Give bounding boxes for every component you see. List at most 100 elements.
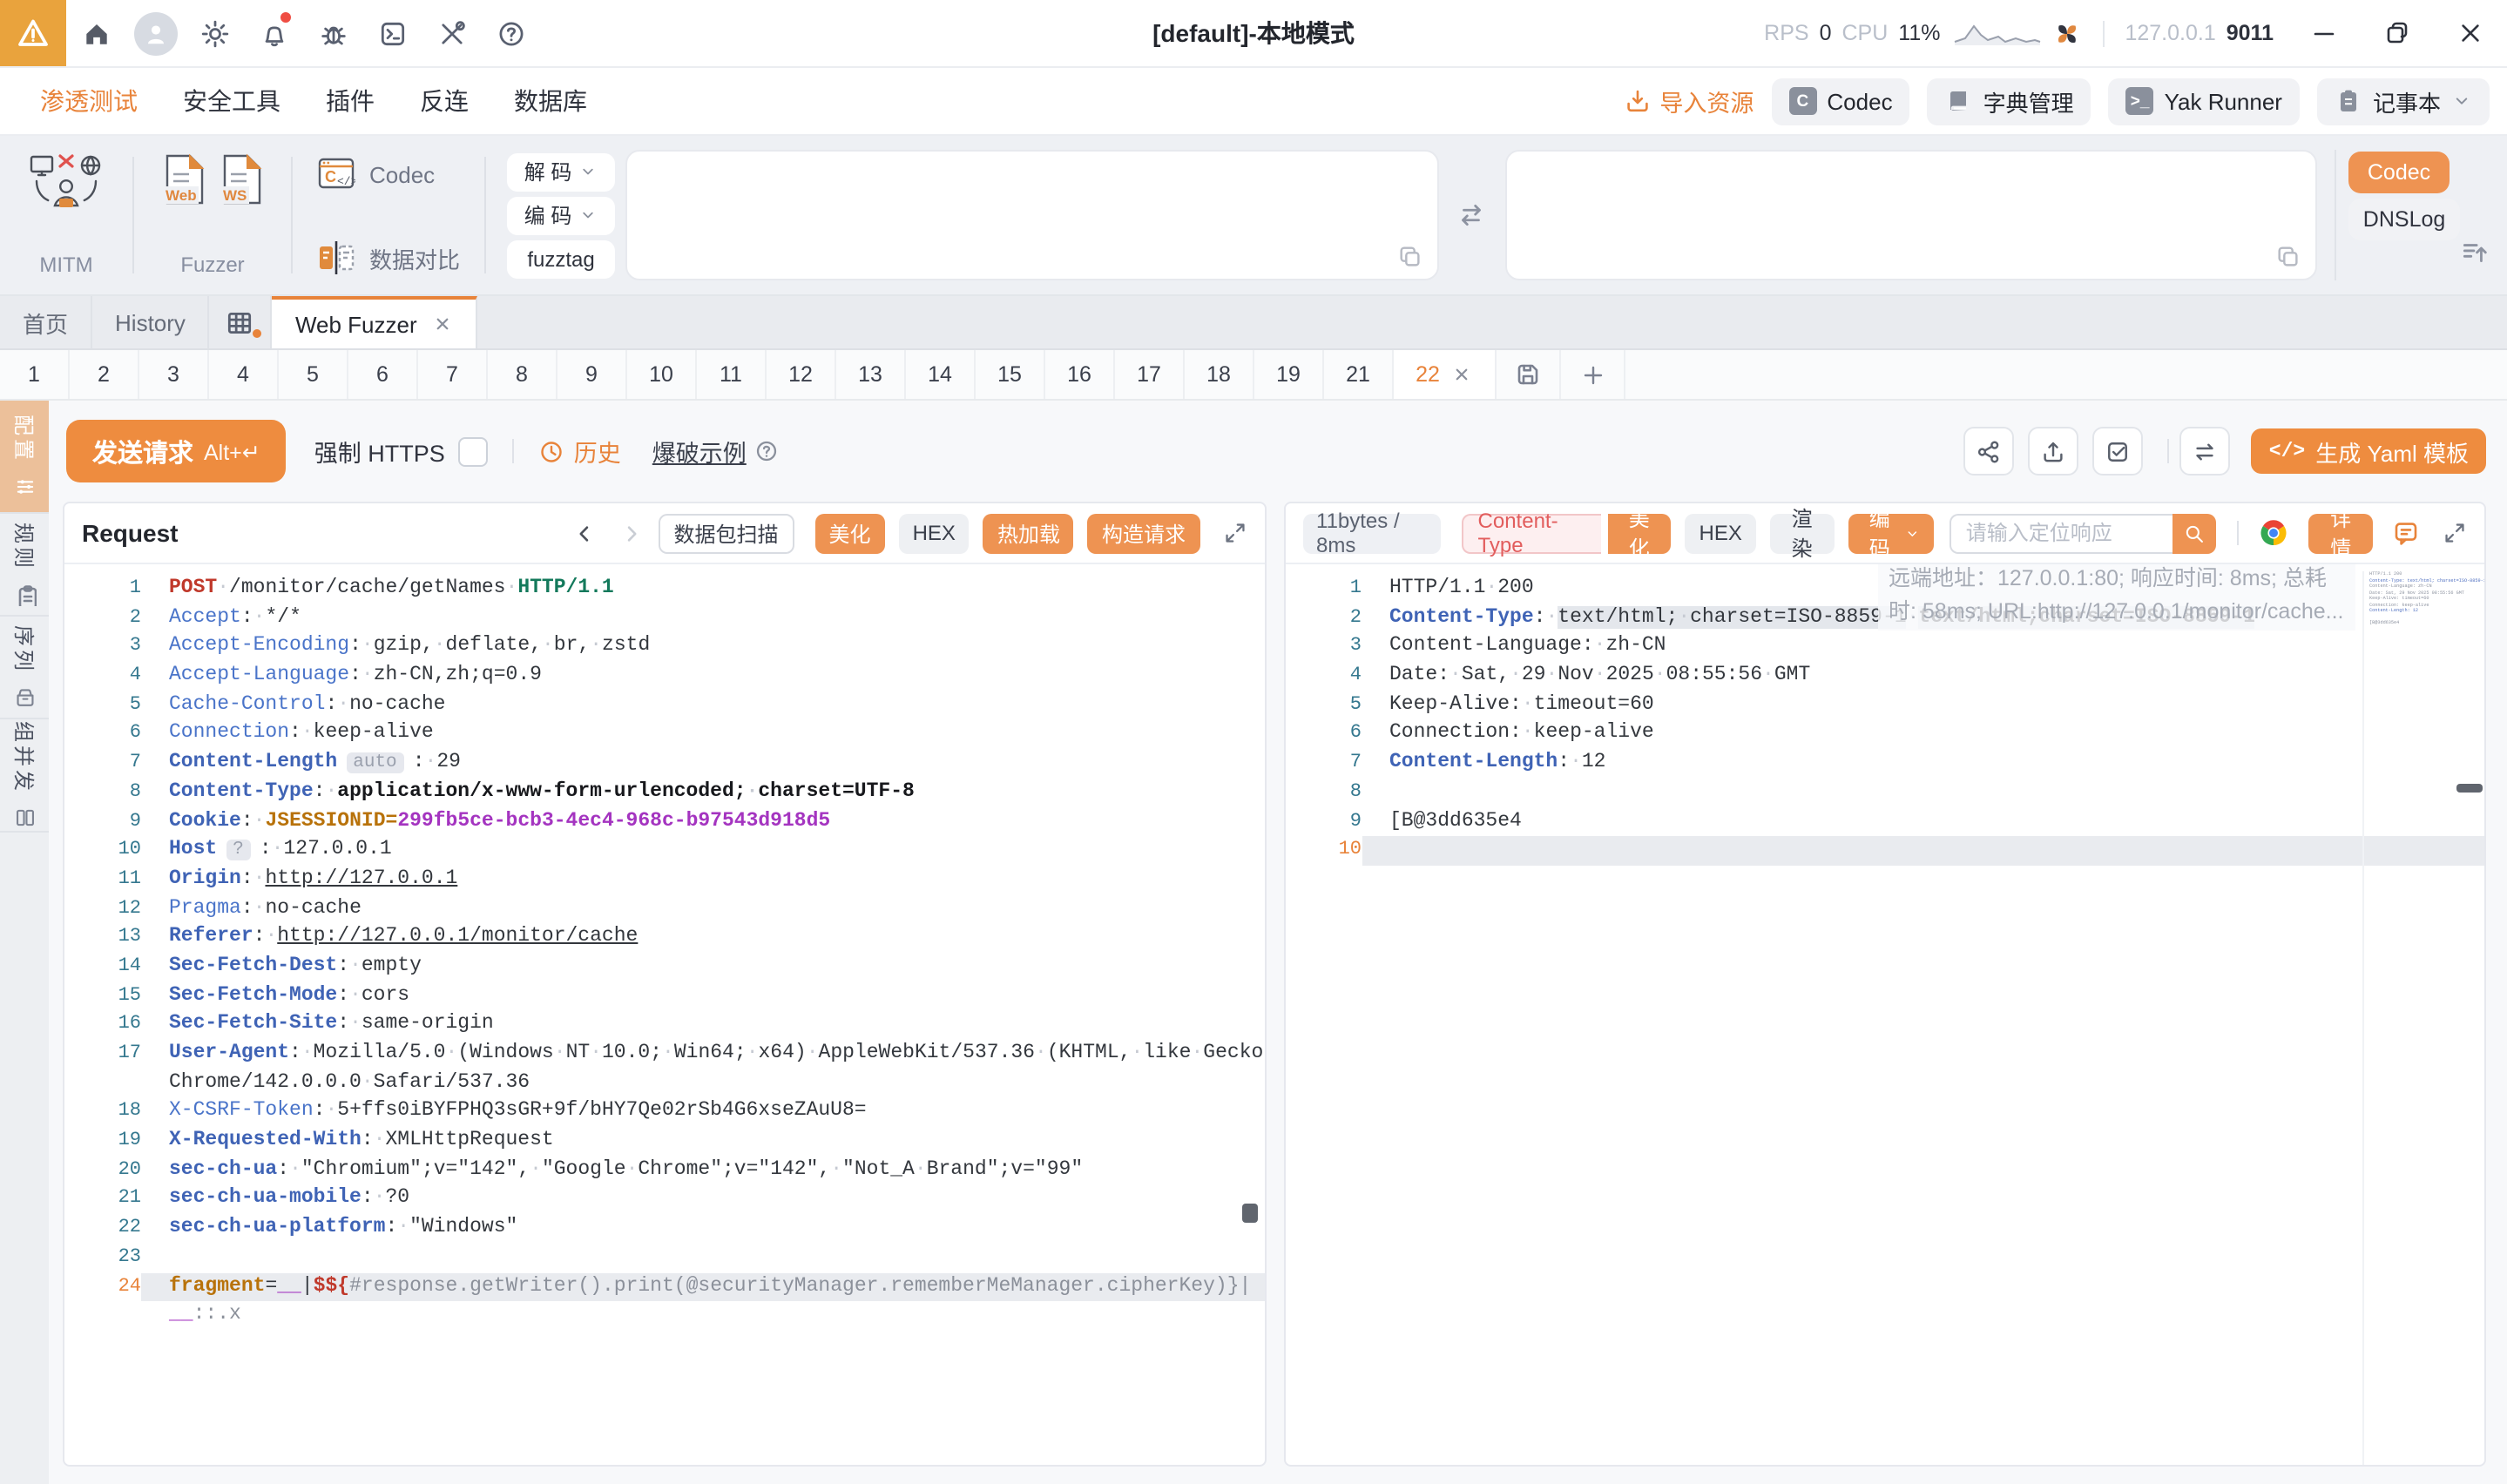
request-scrollbar-thumb[interactable] <box>1241 1204 1257 1223</box>
settings-button[interactable] <box>185 0 244 66</box>
response-beautify-button[interactable]: 美化 <box>1607 507 1672 561</box>
editor-line[interactable]: 23 <box>64 1244 1264 1272</box>
editor-line[interactable]: 7 Content-Length auto:·29 <box>64 749 1264 778</box>
codec-quick-button[interactable]: C Codec <box>1771 78 1910 125</box>
response-hex-button[interactable]: HEX <box>1685 513 1756 553</box>
fuzzer-tab-active[interactable]: 22 <box>1394 350 1497 399</box>
fuzzer-tab[interactable]: 12 <box>767 350 836 399</box>
editor-line[interactable]: 21 sec-ch-ua-mobile:·?0 <box>64 1185 1264 1214</box>
fuzzer-tab[interactable]: 14 <box>906 350 976 399</box>
feedback-button[interactable] <box>2392 519 2420 547</box>
line-content[interactable]: X-Requested-With:·XMLHttpRequest <box>141 1127 1264 1156</box>
fuzzer-tab[interactable]: 21 <box>1324 350 1394 399</box>
fuzzer-tool[interactable]: Web WS Fuzzer <box>152 150 274 280</box>
editor-line[interactable]: 5 Keep-Alive:·timeout=60 <box>1285 691 2484 720</box>
tab-home[interactable]: 首页 <box>0 296 93 348</box>
editor-line[interactable]: 10 Host?:·127.0.0.1 <box>64 836 1264 865</box>
fuzzer-tab[interactable]: 8 <box>488 350 557 399</box>
editor-line[interactable]: 3 Content-Language:·zh-CN <box>1285 633 2484 662</box>
editor-line[interactable]: 11 Origin:·http://127.0.0.1 <box>64 866 1264 894</box>
home-button[interactable] <box>66 0 125 66</box>
editor-line[interactable]: 19 X-Requested-With:·XMLHttpRequest <box>64 1127 1264 1156</box>
line-content[interactable]: Connection:·keep-alive <box>1362 720 2484 749</box>
editor-line[interactable]: Chrome/142.0.0.0·Safari/537.36 <box>64 1069 1264 1097</box>
codec-side-tab[interactable]: Codec <box>2348 152 2450 193</box>
line-content[interactable]: Content-Length:·12 <box>1362 749 2484 778</box>
line-content[interactable]: Keep-Alive:·timeout=60 <box>1362 691 2484 720</box>
line-content[interactable]: Accept:·*/* <box>141 604 1264 632</box>
line-content[interactable]: X-CSRF-Token:·5+ffs0iBYFPHQ3sGR+9f/bHY7Q… <box>141 1098 1264 1127</box>
minimap[interactable]: HTTP/1.1 200 Content-Type: text/html; cha… <box>2362 571 2484 1465</box>
line-content[interactable]: User-Agent:·Mozilla/5.0·(Windows·NT·10.0… <box>141 1040 1264 1069</box>
mitm-tool[interactable]: MITM <box>17 150 115 280</box>
build-request-button[interactable]: 构造请求 <box>1087 513 1199 553</box>
editor-line[interactable]: 16 Sec-Fetch-Site:·same-origin <box>64 1011 1264 1040</box>
history-button[interactable]: 历史 <box>539 434 621 469</box>
editor-line[interactable]: 9 [B@3dd635e4 <box>1285 807 2484 836</box>
app-logo-icon[interactable] <box>0 0 66 66</box>
notepad-button[interactable]: 记事本 <box>2316 78 2490 125</box>
side-tab-config[interactable]: 配置 <box>0 401 49 514</box>
editor-line[interactable]: 1 POST·/monitor/cache/getNames·HTTP/1.1 <box>64 575 1264 604</box>
editor-line[interactable]: 15 Sec-Fetch-Mode:·cors <box>64 981 1264 1010</box>
minimize-button[interactable] <box>2287 0 2361 66</box>
user-avatar[interactable] <box>125 0 185 66</box>
import-resources-button[interactable]: 导入资源 <box>1623 84 1754 118</box>
menu-item-2[interactable]: 插件 <box>303 84 397 118</box>
line-content[interactable]: [B@3dd635e4 <box>1362 807 2484 836</box>
data-compare-tool[interactable]: 数据对比 <box>317 240 460 275</box>
console-button[interactable] <box>362 0 422 66</box>
line-content[interactable]: Sec-Fetch-Site:·same-origin <box>141 1011 1264 1040</box>
packet-scan-button[interactable]: 数据包扫描 <box>658 513 794 553</box>
fuzzer-tab[interactable]: 2 <box>70 350 139 399</box>
editor-line[interactable]: 9 Cookie:·JSESSIONID=299fb5ce-bcb3-4ec4-9… <box>64 807 1264 836</box>
open-in-chrome-button[interactable] <box>2260 519 2288 547</box>
editor-line[interactable]: 2 Accept:·*/* <box>64 604 1264 632</box>
editor-line[interactable]: 6 Connection:·keep-alive <box>1285 720 2484 749</box>
tab-web-fuzzer[interactable]: Web Fuzzer <box>272 296 478 348</box>
line-content[interactable]: Sec-Fetch-Mode:·cors <box>141 981 1264 1010</box>
fuzzer-tab[interactable]: 5 <box>279 350 348 399</box>
line-content[interactable]: Accept-Encoding:·gzip,·deflate,·br,·zstd <box>141 633 1264 662</box>
side-tab-sequence[interactable]: 序列 <box>0 617 49 719</box>
restore-button[interactable] <box>2361 0 2434 66</box>
dnslog-side-tab[interactable]: DNSLog <box>2348 199 2461 240</box>
close-fuzzer-tab-icon[interactable] <box>1452 364 1473 385</box>
menu-item-1[interactable]: 安全工具 <box>160 84 303 118</box>
response-scrollbar-thumb[interactable] <box>2456 784 2483 793</box>
fuzzer-tab[interactable]: 1 <box>0 350 70 399</box>
prev-request-button[interactable] <box>564 522 605 544</box>
codec-input-textarea[interactable] <box>625 150 1439 280</box>
editor-line[interactable]: 10 <box>1285 836 2484 866</box>
force-https-checkbox[interactable] <box>458 436 489 466</box>
line-content[interactable]: Sec-Fetch-Dest:·empty <box>141 953 1264 981</box>
dictionary-manager-button[interactable]: 字典管理 <box>1927 78 2091 125</box>
fullscreen-request-button[interactable] <box>1222 521 1247 545</box>
copy-icon[interactable] <box>2275 244 2301 270</box>
editor-line[interactable]: 3 Accept-Encoding:·gzip,·deflate,·br,·zst… <box>64 633 1264 662</box>
table-view-button[interactable] <box>210 296 273 348</box>
swap-request-response-button[interactable] <box>2179 427 2231 476</box>
bug-report-button[interactable] <box>303 0 362 66</box>
line-content[interactable]: sec-ch-ua-mobile:·?0 <box>141 1185 1264 1214</box>
line-content[interactable]: Referer:·http://127.0.0.1/monitor/cache <box>141 924 1264 953</box>
menu-item-0[interactable]: 渗透测试 <box>17 84 160 118</box>
fuzzer-tab[interactable]: 18 <box>1185 350 1254 399</box>
line-content[interactable] <box>1362 836 2484 866</box>
line-content[interactable]: Cache-Control:·no-cache <box>141 691 1264 720</box>
fuzzer-tab[interactable]: 9 <box>557 350 627 399</box>
content-type-filter-tag[interactable]: Content-Type <box>1462 509 1600 557</box>
editor-line[interactable]: 17 User-Agent:·Mozilla/5.0·(Windows·NT·10… <box>64 1040 1264 1069</box>
editor-line[interactable]: 20 sec-ch-ua:·"Chromium";v="142",·"Google… <box>64 1157 1264 1185</box>
beautify-button[interactable]: 美化 <box>814 513 885 553</box>
response-search-button[interactable] <box>2173 513 2217 553</box>
yak-engine-icon[interactable] <box>2051 18 2081 48</box>
send-request-button[interactable]: 发送请求 Alt+↵ <box>66 420 287 482</box>
encode-button[interactable]: 编 码 <box>507 196 616 234</box>
line-content[interactable]: sec-ch-ua-platform:·"Windows" <box>141 1214 1264 1243</box>
close-button[interactable] <box>2434 0 2507 66</box>
editor-line[interactable]: 24 fragment=__|$${#response.getWriter().p… <box>64 1272 1264 1302</box>
hot-reload-button[interactable]: 热加载 <box>983 513 1074 553</box>
hex-button[interactable]: HEX <box>898 513 970 553</box>
fullscreen-response-button[interactable] <box>2443 521 2467 545</box>
